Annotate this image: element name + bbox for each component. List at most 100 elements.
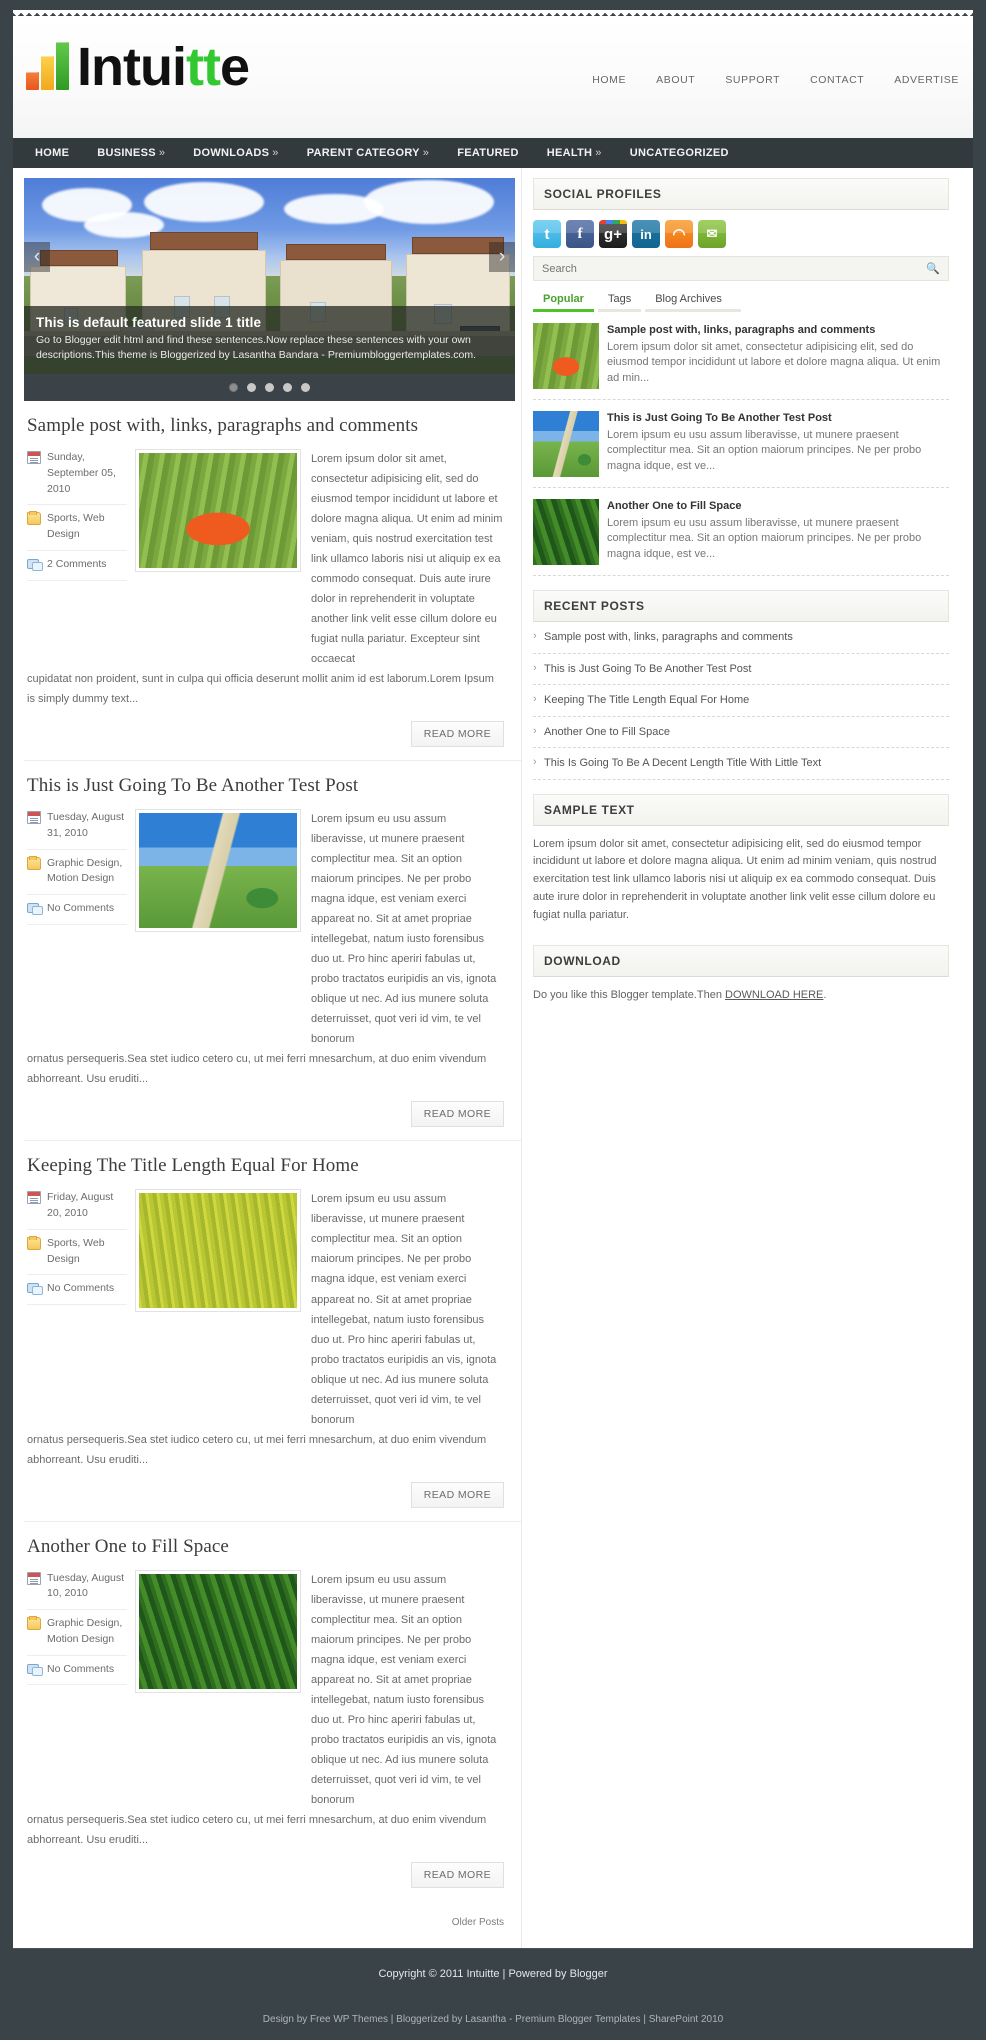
mainnav-label: BUSINESS [97,147,156,159]
folder-icon [27,511,41,526]
post-title[interactable]: Another One to Fill Space [27,1536,504,1558]
popular-thumbnail [533,499,599,565]
read-more-row: READ MORE [27,1470,504,1521]
slider-prev-arrow[interactable]: ‹ [24,242,50,272]
header-wrapper: Intuitte HOME ABOUT SUPPORT CONTACT ADVE… [0,0,986,138]
popular-title: Another One to Fill Space [607,500,742,512]
popular-item[interactable]: Another One to Fill Space Lorem ipsum eu… [533,488,949,576]
popular-item[interactable]: Sample post with, links, paragraphs and … [533,312,949,400]
post-thumbnail[interactable] [135,449,301,572]
topnav-item-contact[interactable]: CONTACT [810,74,864,86]
recent-post-item[interactable]: This Is Going To Be A Decent Length Titl… [533,748,949,780]
post-item: This is Just Going To Be Another Test Po… [24,761,521,1142]
post-comments[interactable]: No Comments [47,1281,114,1297]
post-thumbnail[interactable] [135,809,301,933]
post-meta: Friday, August 20, 2010 Sports, Web Desi… [27,1189,135,1429]
post-categories[interactable]: Graphic Design, Motion Design [47,856,127,888]
download-here-link[interactable]: DOWNLOAD HERE [725,989,823,1001]
widget-title: DOWNLOAD [544,953,621,968]
topnav-item-about[interactable]: ABOUT [656,74,695,86]
search-icon[interactable]: 🔍 [926,262,940,275]
slider-dot-4[interactable] [283,383,292,392]
mainnav-item-featured[interactable]: FEATURED [443,138,532,168]
popular-text: This is Just Going To Be Another Test Po… [607,411,949,477]
google-plus-glyph: g+ [604,225,622,243]
mainnav-item-downloads[interactable]: DOWNLOADS» [179,138,292,168]
read-more-row: READ MORE [27,1089,504,1140]
popular-item[interactable]: This is Just Going To Be Another Test Po… [533,400,949,488]
popular-excerpt: Lorem ipsum eu usu assum liberavisse, ut… [607,428,922,473]
post-title[interactable]: This is Just Going To Be Another Test Po… [27,775,504,797]
tab-blog-archives[interactable]: Blog Archives [645,293,742,312]
post-comments[interactable]: No Comments [47,1662,114,1678]
post-categories[interactable]: Sports, Web Design [47,511,127,543]
post-date: Tuesday, August 31, 2010 [47,811,125,839]
post-title[interactable]: Keeping The Title Length Equal For Home [27,1155,504,1177]
post-comments-row: No Comments [27,895,127,925]
popular-thumbnail [533,323,599,389]
twitter-icon[interactable]: t [533,220,561,248]
linkedin-icon[interactable]: in [632,220,660,248]
sub-footer: Design by Free WP Themes | Bloggerized b… [0,2000,986,2040]
search-box[interactable]: 🔍 [533,256,949,281]
post-date: Friday, August 20, 2010 [47,1191,114,1220]
slider-dot-5[interactable] [301,383,310,392]
post-date-row: Tuesday, August 10, 2010 [27,1570,127,1611]
site-logo[interactable]: Intuitte [26,37,250,97]
topnav-item-support[interactable]: SUPPORT [725,74,780,86]
post-comments-row: 2 Comments [27,551,127,581]
read-more-row: READ MORE [27,709,504,760]
calendar-icon [27,451,41,464]
logo-text-part3: e [219,37,250,97]
email-icon[interactable]: ✉ [698,220,726,248]
slider-next-arrow[interactable]: › [489,242,515,272]
post-date: Tuesday, August 10, 2010 [47,1571,125,1600]
tab-popular[interactable]: Popular [533,293,594,312]
google-plus-icon[interactable]: g+ [599,220,627,248]
topnav-item-advertise[interactable]: ADVERTISE [894,74,959,86]
topnav-item-home[interactable]: HOME [592,74,626,86]
post-excerpt-tail: cupidatat non proident, sunt in culpa qu… [27,673,494,706]
post-body: Sunday, September 05, 2010 Sports, Web D… [27,449,504,669]
slider-description: Go to Blogger edit html and find these s… [36,334,477,362]
post-thumbnail[interactable] [135,1569,301,1693]
mainnav-item-home[interactable]: HOME [21,138,83,168]
post-comments[interactable]: No Comments [47,901,114,917]
post-thumbnail[interactable] [135,1189,301,1313]
post-date-row: Sunday, September 05, 2010 [27,449,127,506]
popular-list: Sample post with, links, paragraphs and … [533,312,949,576]
read-more-button[interactable]: READ MORE [410,1101,504,1128]
recent-post-item[interactable]: Another One to Fill Space [533,717,949,748]
post-comments[interactable]: 2 Comments [47,557,107,573]
post-categories[interactable]: Sports, Web Design [47,1236,127,1268]
footer-wrapper: Copyright © 2011 Intuitte | Powered by B… [0,1947,986,2000]
slider-dot-2[interactable] [247,383,256,392]
widget-title: SAMPLE TEXT [544,802,635,817]
search-input[interactable] [542,262,927,275]
read-more-button[interactable]: READ MORE [410,721,504,748]
rss-icon[interactable]: ◠ [665,220,693,248]
tab-tags[interactable]: Tags [597,293,642,312]
chevron-right-icon: » [595,147,602,159]
recent-post-item[interactable]: Sample post with, links, paragraphs and … [533,622,949,654]
slider-dot-3[interactable] [265,383,274,392]
post-item: Sample post with, links, paragraphs and … [24,401,521,762]
facebook-icon[interactable]: f [566,220,594,248]
post-body: Tuesday, August 10, 2010 Graphic Design,… [27,1569,504,1810]
recent-post-item[interactable]: This is Just Going To Be Another Test Po… [533,654,949,685]
site-footer: Copyright © 2011 Intuitte | Powered by B… [13,1947,973,2000]
read-more-button[interactable]: READ MORE [410,1481,504,1508]
recent-post-item[interactable]: Keeping The Title Length Equal For Home [533,685,949,717]
mainnav-item-business[interactable]: BUSINESS» [83,138,179,168]
mainnav-item-uncategorized[interactable]: UNCATEGORIZED [616,138,743,168]
popular-text: Sample post with, links, paragraphs and … [607,323,949,389]
post-excerpt-tail: ornatus persequeris.Sea stet iudico cete… [27,1813,487,1846]
slider-dot-1[interactable] [229,383,238,392]
mainnav-item-parent-category[interactable]: PARENT CATEGORY» [293,138,444,168]
sidebar: SOCIAL PROFILES t f g+ in ◠ ✉ 🔍 [521,168,959,1948]
read-more-button[interactable]: READ MORE [410,1861,504,1888]
mainnav-item-health[interactable]: HEALTH» [533,138,616,168]
older-posts-link[interactable]: Older Posts [452,1917,504,1928]
post-categories[interactable]: Graphic Design, Motion Design [47,1616,127,1648]
post-title[interactable]: Sample post with, links, paragraphs and … [27,415,504,437]
